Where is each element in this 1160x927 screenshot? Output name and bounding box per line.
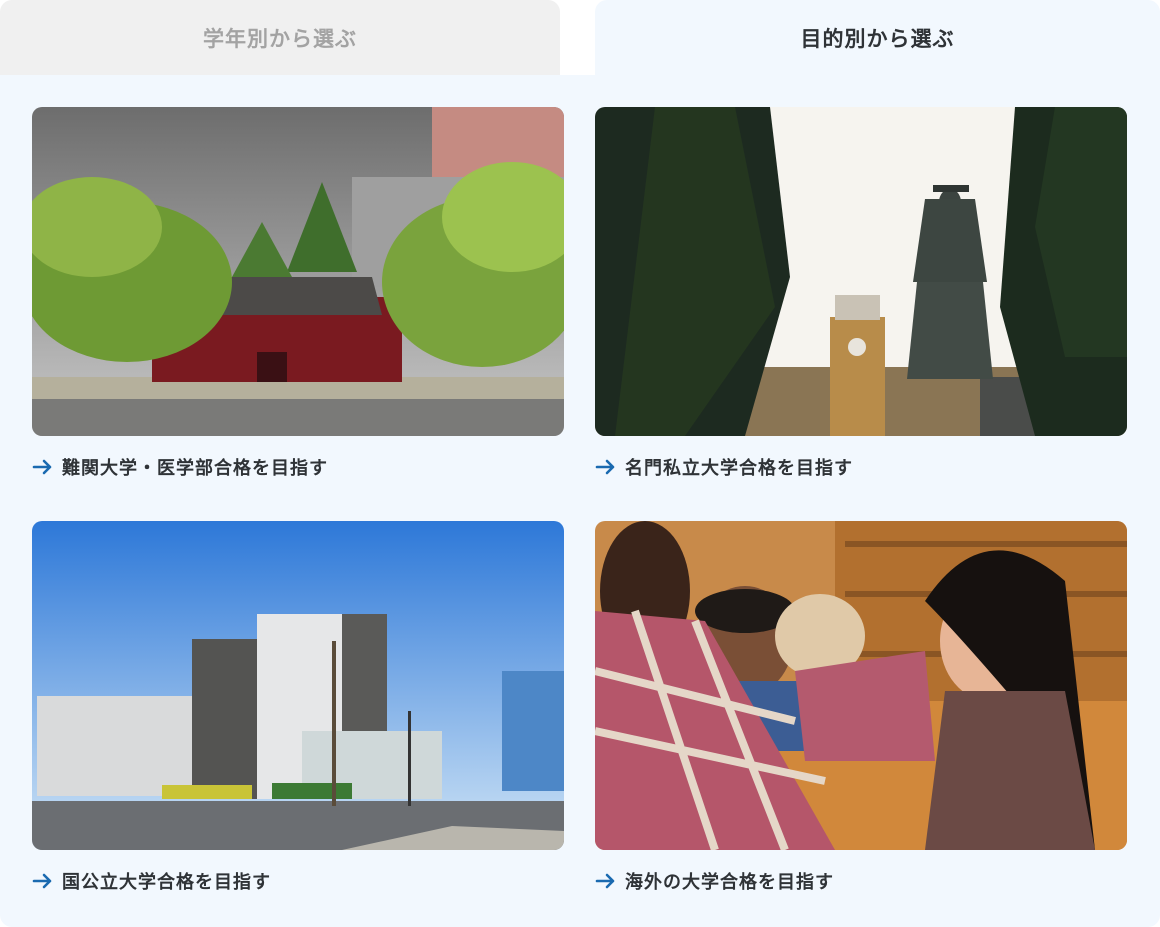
card-private-prestige-photo: [595, 107, 1127, 436]
card-overseas-label: 海外の大学合格を目指す: [625, 872, 834, 893]
card-elite-medical[interactable]: 難関大学・医学部合格を目指す: [32, 107, 564, 487]
tab-by-purpose[interactable]: 目的別から選ぶ: [595, 0, 1160, 76]
card-private-prestige-caption: 名門私立大学合格を目指す: [595, 454, 853, 480]
card-national-public-photo: [32, 521, 564, 850]
tab-by-grade[interactable]: 学年別から選ぶ: [0, 0, 560, 76]
card-overseas[interactable]: 海外の大学合格を目指す: [595, 521, 1127, 901]
card-private-prestige-label: 名門私立大学合格を目指す: [625, 458, 853, 479]
card-national-public[interactable]: 国公立大学合格を目指す: [32, 521, 564, 901]
card-elite-medical-photo: [32, 107, 564, 436]
card-elite-medical-label: 難関大学・医学部合格を目指す: [62, 458, 328, 479]
purpose-panel: 難関大学・医学部合格を目指す 名門私立大学合格を目指す 国公立大学合格を目指す …: [0, 75, 1160, 927]
arrow-right-icon: [595, 873, 615, 889]
arrow-right-icon: [595, 459, 615, 475]
arrow-right-icon: [32, 459, 52, 475]
card-overseas-caption: 海外の大学合格を目指す: [595, 868, 834, 894]
card-elite-medical-caption: 難関大学・医学部合格を目指す: [32, 454, 328, 480]
tab-bar: 学年別から選ぶ 目的別から選ぶ: [0, 0, 1160, 76]
card-overseas-photo: [595, 521, 1127, 850]
card-national-public-label: 国公立大学合格を目指す: [62, 872, 271, 893]
arrow-right-icon: [32, 873, 52, 889]
card-private-prestige[interactable]: 名門私立大学合格を目指す: [595, 107, 1127, 487]
card-national-public-caption: 国公立大学合格を目指す: [32, 868, 271, 894]
